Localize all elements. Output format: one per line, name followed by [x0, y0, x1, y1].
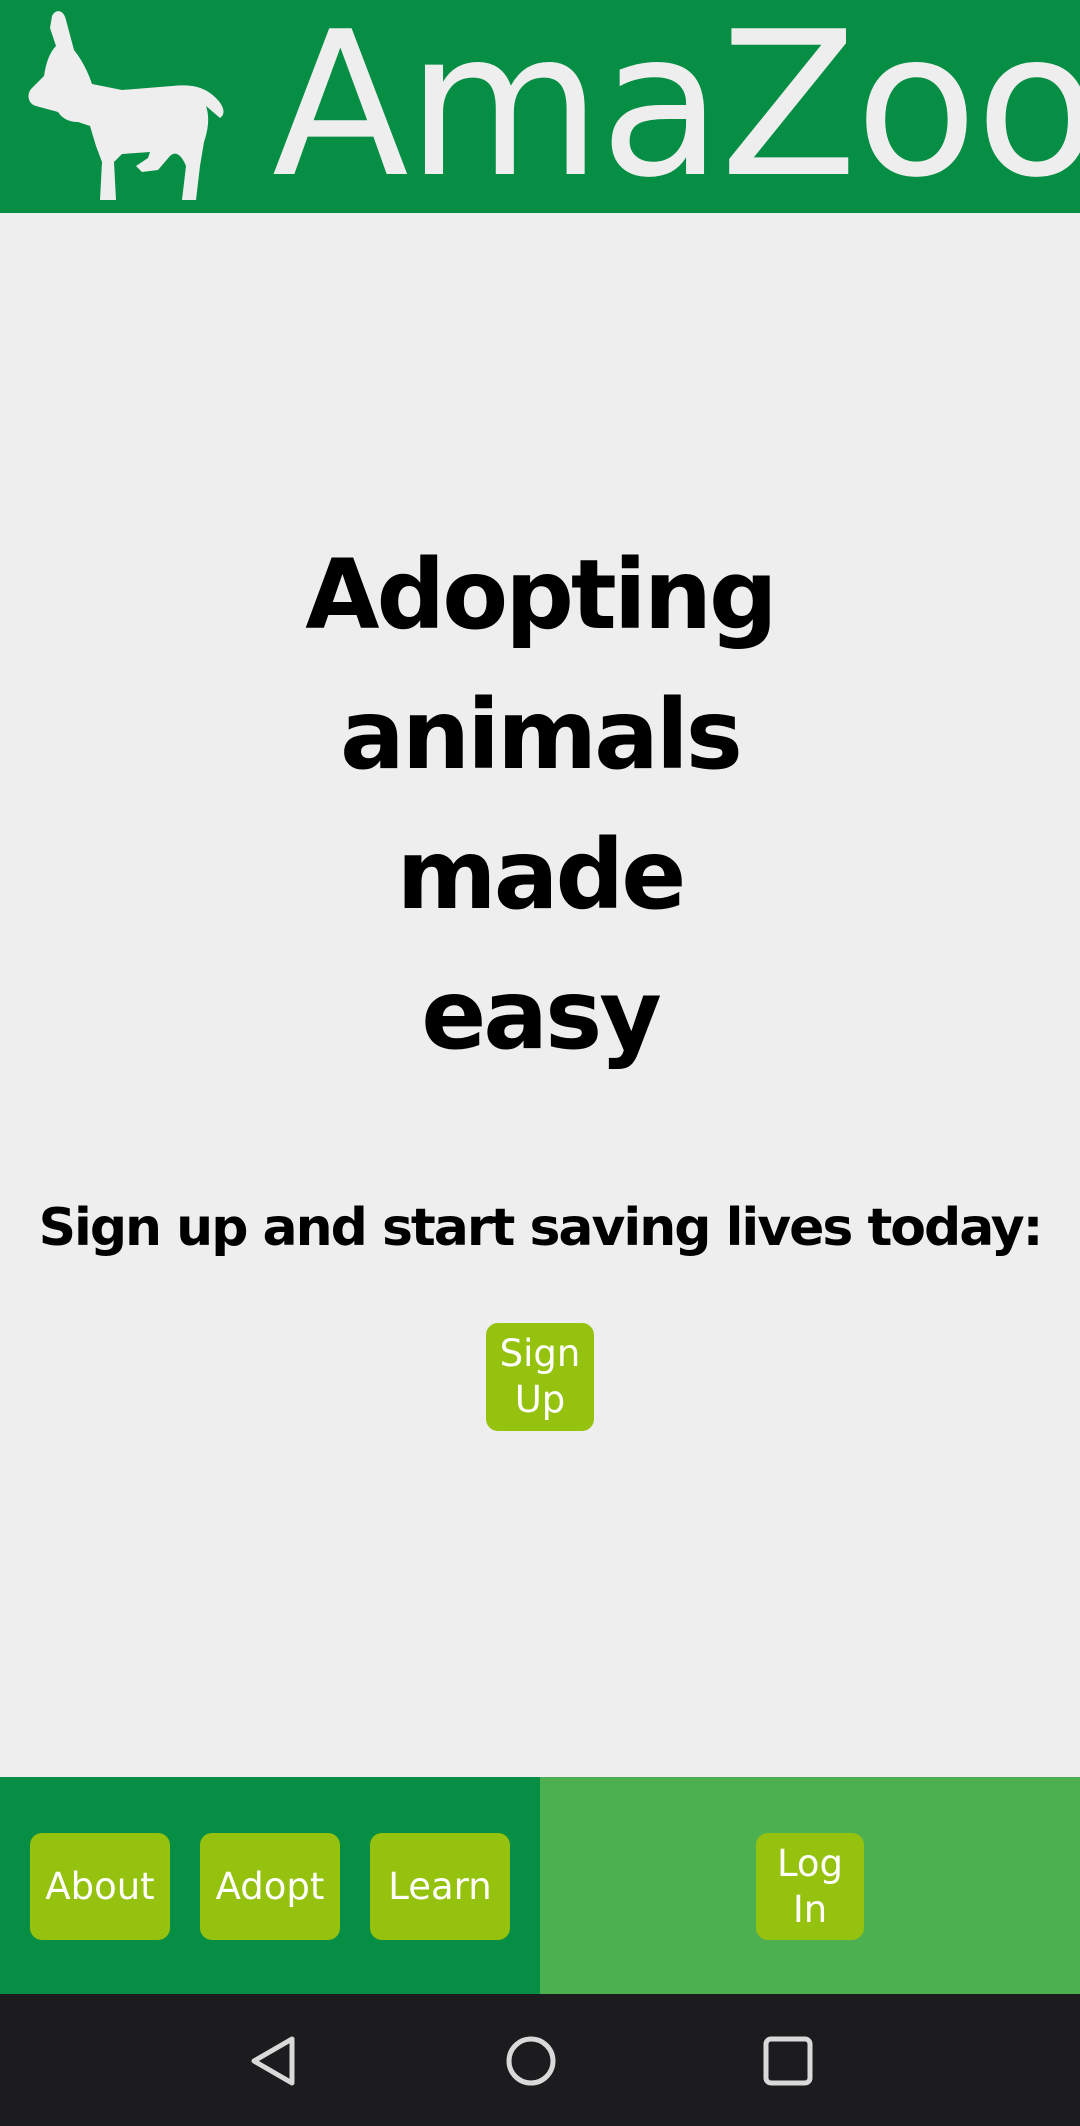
back-icon[interactable]: [246, 2033, 302, 2089]
headline-line: made: [396, 819, 687, 931]
headline-line: easy: [421, 959, 662, 1071]
headline-line: Adopting: [305, 539, 778, 651]
about-button[interactable]: About: [30, 1833, 170, 1940]
donkey-icon: [28, 11, 224, 200]
home-icon[interactable]: [503, 2033, 559, 2089]
sign-up-button[interactable]: Sign Up: [486, 1323, 594, 1431]
app-header: AmaZoo: [0, 0, 1080, 213]
signup-prompt: Sign up and start saving lives today:: [38, 1198, 1044, 1258]
recents-icon[interactable]: [760, 2033, 816, 2089]
log-in-button[interactable]: Log In: [756, 1833, 864, 1940]
adopt-button[interactable]: Adopt: [200, 1833, 340, 1940]
headline-line: animals: [340, 679, 743, 791]
hero-headline: Adopting animals made easy: [240, 525, 840, 1085]
app-title: AmaZoo: [272, 0, 1080, 222]
learn-button[interactable]: Learn: [370, 1833, 510, 1940]
